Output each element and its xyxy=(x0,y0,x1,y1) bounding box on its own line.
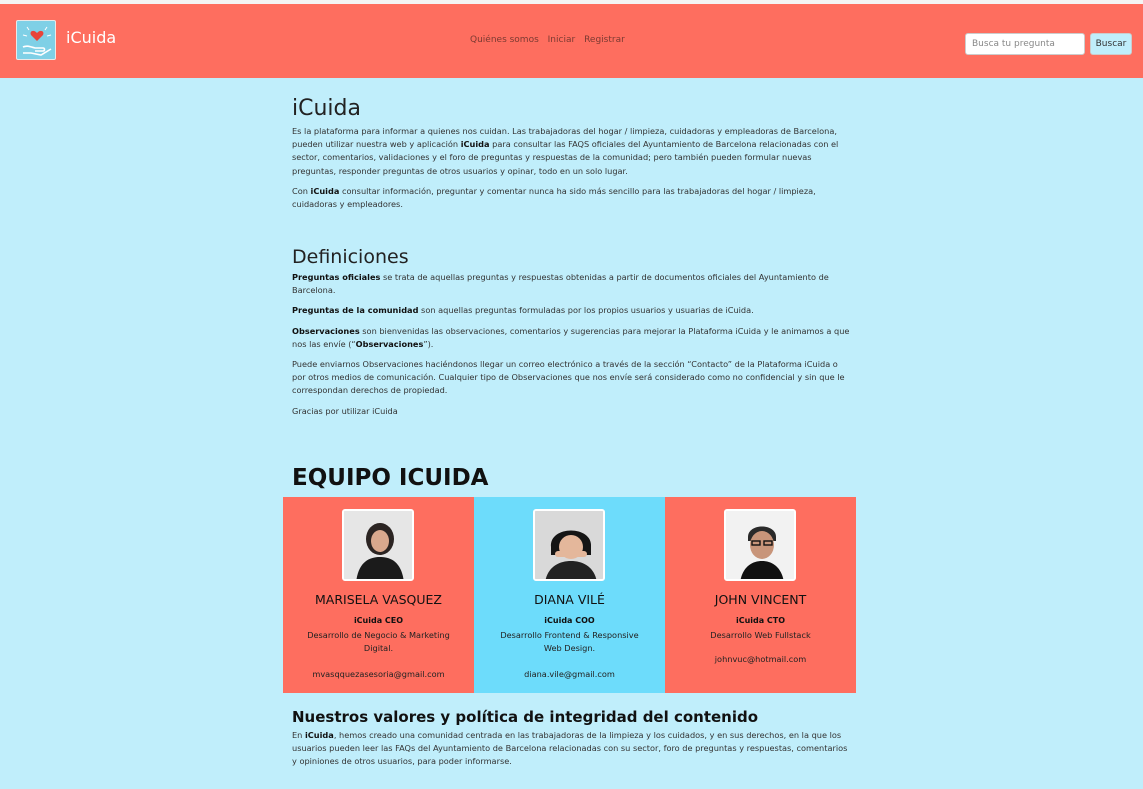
valores-title: Nuestros valores y política de integrida… xyxy=(292,708,759,726)
logo-icon[interactable] xyxy=(16,20,56,60)
nav-link-registrar[interactable]: Registrar xyxy=(584,35,625,45)
member-role: iCuida CEO xyxy=(353,616,404,625)
gracias-text: Gracias por utilizar iCuida xyxy=(292,405,398,416)
equipo-header: EQUIPO ICUIDA xyxy=(292,465,852,491)
definicion-comunidad: Preguntas de la comunidad son aquellas p… xyxy=(292,305,754,316)
avatar xyxy=(533,509,605,581)
member-name: JOHN VINCENT xyxy=(714,592,807,607)
member-email[interactable]: mvasqquezasesoria@gmail.com xyxy=(283,669,474,679)
definiciones-title: Definiciones xyxy=(292,246,409,268)
intro-paragraph-1: Es la plataforma para informar a quienes… xyxy=(292,126,839,176)
member-description: Desarrollo de Negocio & Marketing Digita… xyxy=(307,630,450,653)
intro-paragraph-2: Con iCuida consultar información, pregun… xyxy=(292,185,816,210)
valores-section: Nuestros valores y política de integrida… xyxy=(292,708,852,769)
team-card-diana: DIANA VILÉ iCuida COO Desarrollo Fronten… xyxy=(474,497,665,693)
intro-section: iCuida Es la plataforma para informar a … xyxy=(292,96,852,211)
observaciones-info: Puede enviarnos Observaciones haciéndono… xyxy=(292,359,845,396)
avatar xyxy=(342,509,414,581)
equipo-title: EQUIPO ICUIDA xyxy=(292,465,489,491)
member-role: iCuida COO xyxy=(544,616,595,625)
navbar: iCuida Quiénes somos Iniciar Registrar B… xyxy=(0,4,1143,78)
page-title: iCuida xyxy=(292,96,361,121)
valores-paragraph: En iCuida, hemos creado una comunidad ce… xyxy=(292,730,848,767)
team-card-john: JOHN VINCENT iCuida CTO Desarrollo Web F… xyxy=(665,497,856,693)
search-input[interactable] xyxy=(965,33,1085,55)
member-description: Desarrollo Frontend & Responsive Web Des… xyxy=(500,630,639,653)
avatar xyxy=(724,509,796,581)
nav-link-quienes-somos[interactable]: Quiénes somos xyxy=(470,35,539,45)
definicion-oficiales: Preguntas oficiales se trata de aquellas… xyxy=(292,272,829,296)
member-role: iCuida CTO xyxy=(735,616,786,625)
definiciones-section: Definiciones Preguntas oficiales se trat… xyxy=(292,246,852,418)
member-description: Desarrollo Web Fullstack xyxy=(710,630,811,640)
team-grid: MARISELA VASQUEZ iCuida CEO Desarrollo d… xyxy=(283,497,856,693)
member-email[interactable]: diana.vile@gmail.com xyxy=(474,669,665,679)
member-name: MARISELA VASQUEZ xyxy=(314,592,442,607)
team-card-marisela: MARISELA VASQUEZ iCuida CEO Desarrollo d… xyxy=(283,497,474,693)
brand-name[interactable]: iCuida xyxy=(66,28,116,47)
nav-links: Quiénes somos Iniciar Registrar xyxy=(470,35,631,45)
member-email[interactable]: johnvuc@hotmail.com xyxy=(665,654,856,664)
search-button[interactable]: Buscar xyxy=(1090,33,1132,55)
nav-link-iniciar[interactable]: Iniciar xyxy=(548,35,576,45)
definicion-observaciones: Observaciones son bienvenidas las observ… xyxy=(292,325,850,349)
member-name: DIANA VILÉ xyxy=(534,592,605,607)
